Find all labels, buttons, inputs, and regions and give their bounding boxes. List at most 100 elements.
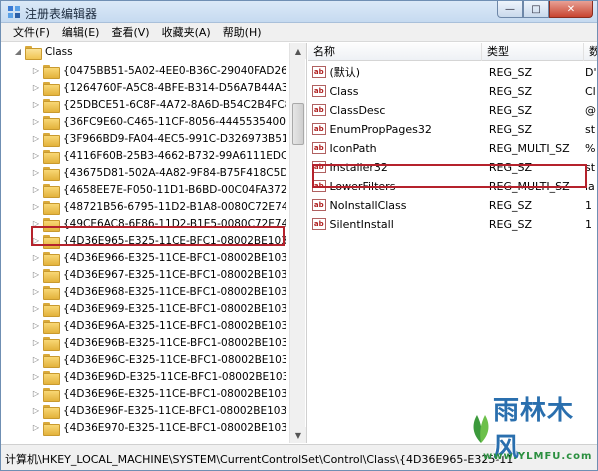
value-row[interactable]: ab Class REG_SZ Cl (308, 82, 597, 100)
expand-arrow-icon[interactable]: ▷ (31, 96, 41, 113)
tree-node[interactable]: ▷ {43675D81-502A-4A82-9F84-B75F418C5DEA} (31, 164, 286, 181)
value-row[interactable]: ab SilentInstall REG_SZ 1 (308, 215, 597, 233)
expand-arrow-icon[interactable]: ▷ (31, 368, 41, 385)
value-row[interactable]: ab IconPath REG_MULTI_SZ% (308, 139, 597, 157)
expand-arrow-icon[interactable]: ▷ (31, 334, 41, 351)
scroll-up-arrow-icon[interactable]: ▲ (290, 43, 306, 59)
tree-node[interactable]: ▷ {48721B56-6795-11D2-B1A8-0080C72E74A2} (31, 198, 286, 215)
tree-node-label: {4D36E96D-E325-11CE-BFC1-08002BE10318} (63, 370, 286, 383)
folder-icon (43, 268, 60, 283)
column-header-data[interactable]: 数 (584, 43, 597, 61)
tree-node[interactable]: ▷ {4D36E96A-E325-11CE-BFC1-08002BE10318} (31, 317, 286, 334)
tree-node[interactable]: ▷ {25DBCE51-6C8F-4A72-8A6D-B54C2B4FC835} (31, 96, 286, 113)
tree-node-label: Class (45, 45, 73, 58)
expand-arrow-icon[interactable]: ▷ (31, 147, 41, 164)
scroll-thumb[interactable] (292, 103, 304, 145)
tree-node-label: {4D36E967-E325-11CE-BFC1-08002BE10318} (63, 268, 286, 281)
minimize-button[interactable]: — (497, 1, 523, 18)
expand-arrow-icon[interactable]: ▷ (31, 249, 41, 266)
value-row[interactable]: ab (默认) REG_SZ D' (308, 63, 597, 81)
tree-node[interactable]: ▷ {4D36E96B-E325-11CE-BFC1-08002BE10318} (31, 334, 286, 351)
value-name: NoInstallClass (329, 198, 407, 212)
tree-node[interactable]: ▷ {4D36E96C-E325-11CE-BFC1-08002BE10318} (31, 351, 286, 368)
tree-node[interactable]: ▷ {4D36E96D-E325-11CE-BFC1-08002BE10318} (31, 368, 286, 385)
folder-icon (43, 183, 60, 198)
column-header-type[interactable]: 类型 (482, 43, 584, 61)
menu-help[interactable]: 帮助(H) (217, 24, 268, 41)
tree-node-label: {4D36E969-E325-11CE-BFC1-08002BE10318} (63, 302, 286, 315)
value-row[interactable]: ab ClassDesc REG_SZ @ (308, 101, 597, 119)
expand-arrow-icon[interactable]: ▷ (31, 181, 41, 198)
maximize-button[interactable]: □ (523, 1, 549, 18)
expand-arrow-icon[interactable]: ▷ (31, 198, 41, 215)
tree-node[interactable]: ▷ {1264760F-A5C8-4BFE-B314-D56A7B44A362} (31, 79, 286, 96)
expand-arrow-icon[interactable]: ▷ (31, 62, 41, 79)
pane-splitter[interactable] (306, 43, 307, 443)
expand-arrow-icon[interactable]: ▷ (31, 164, 41, 181)
expand-arrow-icon[interactable]: ▷ (31, 385, 41, 402)
expand-arrow-icon[interactable]: ▷ (31, 317, 41, 334)
value-highlight-box (312, 164, 587, 188)
folder-icon (43, 64, 60, 79)
registry-editor-window: 注册表编辑器 — □ ✕ 文件(F) 编辑(E) 查看(V) 收藏夹(A) 帮助… (0, 0, 598, 471)
menu-favorites[interactable]: 收藏夹(A) (156, 24, 217, 41)
folder-icon (43, 149, 60, 164)
value-type: REG_MULTI_SZ (488, 141, 570, 155)
value-name: Class (329, 84, 359, 98)
value-row[interactable]: ab NoInstallClass REG_SZ 1 (308, 196, 597, 214)
expand-arrow-icon[interactable]: ▷ (31, 351, 41, 368)
tree-scrollbar[interactable]: ▲ ▼ (289, 43, 306, 443)
value-type: REG_SZ (488, 122, 533, 136)
collapse-arrow-icon[interactable]: ◢ (13, 43, 23, 60)
tree-node[interactable]: ▷ {4D36E970-E325-11CE-BFC1-08002BE10318} (31, 419, 286, 436)
expand-arrow-icon[interactable]: ▷ (31, 266, 41, 283)
tree-node[interactable]: ▷ {4D36E96F-E325-11CE-BFC1-08002BE10318} (31, 402, 286, 419)
folder-open-icon (25, 45, 42, 60)
values-pane[interactable]: 名称 类型 数 ab (默认) REG_SZ D' ab Class REG_SZ Cl ab C… (308, 43, 597, 443)
title-bar[interactable]: 注册表编辑器 — □ ✕ (1, 1, 597, 23)
string-value-icon: ab (312, 123, 326, 135)
folder-icon (43, 353, 60, 368)
expand-arrow-icon[interactable]: ▷ (31, 283, 41, 300)
tree-node[interactable]: ▷ {4658EE7E-F050-11D1-B6BD-00C04FA372A7} (31, 181, 286, 198)
tree-node-class[interactable]: ◢ Class (13, 43, 286, 60)
folder-icon (43, 115, 60, 130)
folder-icon (43, 132, 60, 147)
window-title: 注册表编辑器 (25, 7, 98, 21)
expand-arrow-icon[interactable]: ▷ (31, 419, 41, 436)
folder-icon (43, 285, 60, 300)
expand-arrow-icon[interactable]: ▷ (31, 79, 41, 96)
tree-node[interactable]: ▷ {36FC9E60-C465-11CF-8056-444553540000} (31, 113, 286, 130)
value-data: Cl (584, 84, 596, 98)
tree-node[interactable]: ▷ {4116F60B-25B3-4662-B732-99A6111EDC0B} (31, 147, 286, 164)
folder-icon (43, 81, 60, 96)
value-name: SilentInstall (329, 217, 394, 231)
scroll-down-arrow-icon[interactable]: ▼ (290, 427, 306, 443)
value-row[interactable]: ab EnumPropPages32 REG_SZ st (308, 120, 597, 138)
tree-node-label: {1264760F-A5C8-4BFE-B314-D56A7B44A362} (63, 81, 286, 94)
tree-node[interactable]: ▷ {4D36E967-E325-11CE-BFC1-08002BE10318} (31, 266, 286, 283)
leaf-logo-icon (473, 415, 489, 443)
tree-node[interactable]: ▷ {3F966BD9-FA04-4EC5-991C-D326973B5128} (31, 130, 286, 147)
value-data: D' (584, 65, 597, 79)
value-type: REG_SZ (488, 103, 533, 117)
tree-node-label: {4D36E96C-E325-11CE-BFC1-08002BE10318} (63, 353, 286, 366)
tree-node[interactable]: ▷ {0475BB51-5A02-4EE0-B36C-29040FAD2650} (31, 62, 286, 79)
close-button[interactable]: ✕ (549, 1, 593, 18)
menu-file[interactable]: 文件(F) (7, 24, 56, 41)
tree-node[interactable]: ▷ {4D36E966-E325-11CE-BFC1-08002BE10318} (31, 249, 286, 266)
column-header-name[interactable]: 名称 (308, 43, 482, 61)
expand-arrow-icon[interactable]: ▷ (31, 402, 41, 419)
expand-arrow-icon[interactable]: ▷ (31, 113, 41, 130)
tree-node[interactable]: ▷ {4D36E969-E325-11CE-BFC1-08002BE10318} (31, 300, 286, 317)
expand-arrow-icon[interactable]: ▷ (31, 300, 41, 317)
value-data: st (584, 122, 596, 136)
folder-icon (43, 166, 60, 181)
value-name: (默认) (329, 66, 361, 79)
tree-node[interactable]: ▷ {4D36E968-E325-11CE-BFC1-08002BE10318} (31, 283, 286, 300)
tree-node[interactable]: ▷ {4D36E96E-E325-11CE-BFC1-08002BE10318} (31, 385, 286, 402)
expand-arrow-icon[interactable]: ▷ (31, 130, 41, 147)
tree-node-label: {3F966BD9-FA04-4EC5-991C-D326973B5128} (63, 132, 286, 145)
menu-edit[interactable]: 编辑(E) (56, 24, 106, 41)
menu-view[interactable]: 查看(V) (105, 24, 155, 41)
